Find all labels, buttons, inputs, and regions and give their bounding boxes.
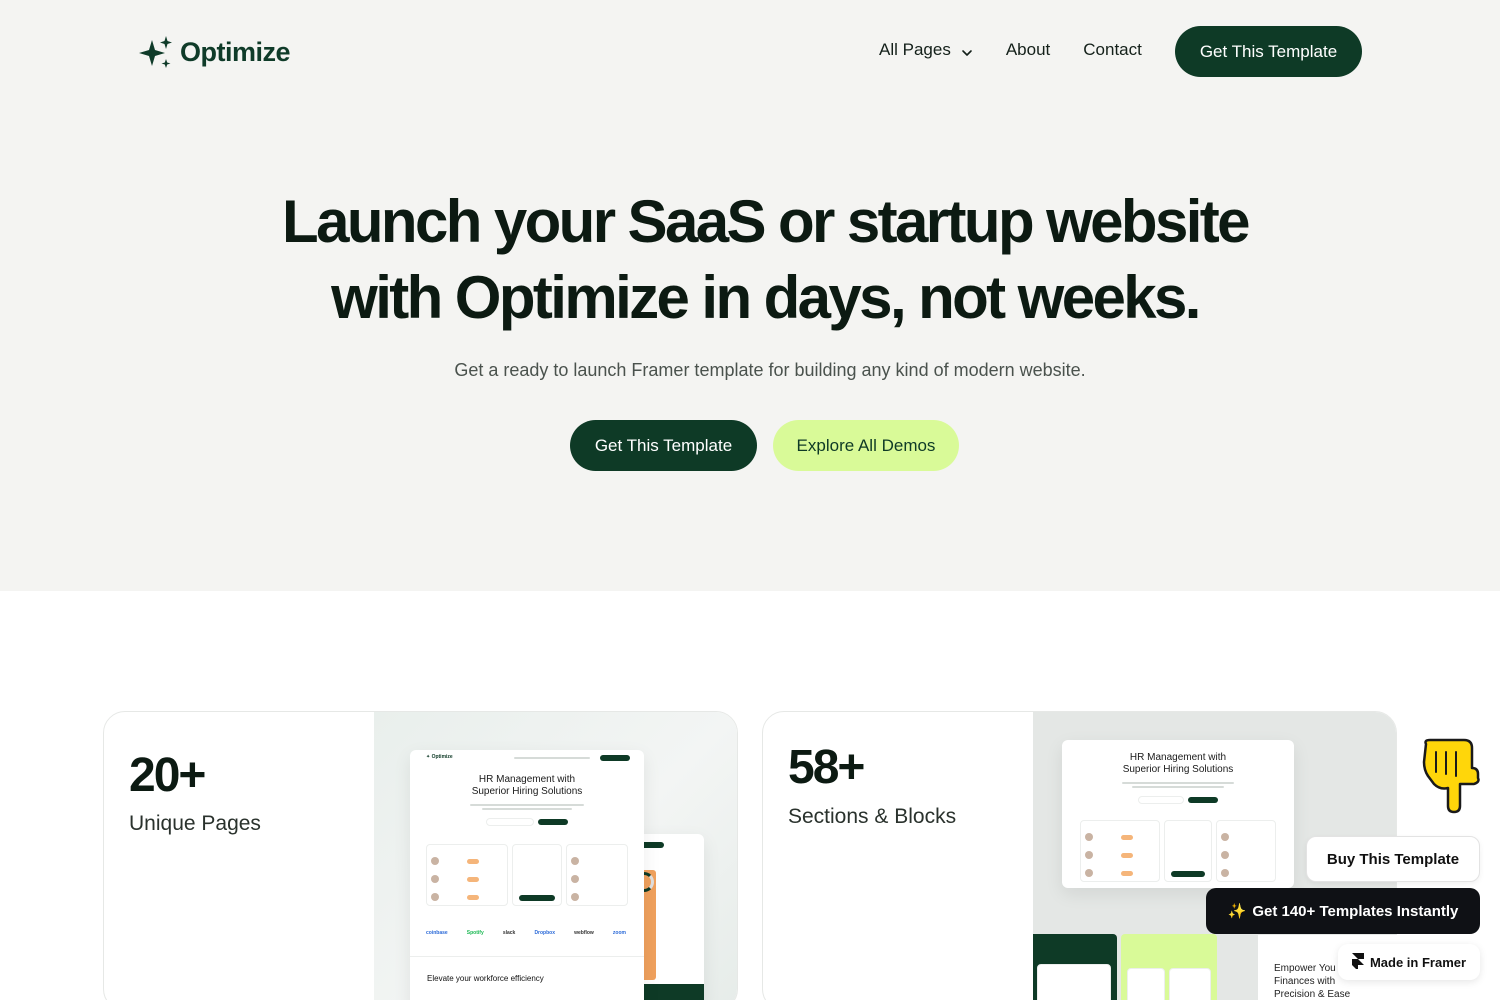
made-in-framer-label: Made in Framer bbox=[1369, 954, 1467, 970]
hero-title-line-2: with Optimize in days, not weeks. bbox=[331, 264, 1201, 331]
hero-title-line-1: Launch your SaaS or startup website bbox=[282, 188, 1251, 255]
nav-link-contact[interactable]: Contact bbox=[1083, 40, 1142, 60]
divider bbox=[410, 956, 644, 957]
logo-text: Optimize bbox=[180, 36, 291, 67]
mini-cta bbox=[1188, 797, 1218, 803]
mini-candidate-card bbox=[1080, 820, 1160, 882]
nav-link-label: Contact bbox=[1083, 40, 1142, 59]
get-templates-label: Get 140+ Templates Instantly bbox=[1252, 902, 1459, 920]
hero-title: Launch your SaaS or startup website with… bbox=[250, 184, 1280, 336]
stat-label: Unique Pages bbox=[129, 812, 261, 835]
hero-get-template-button[interactable]: Get This Template bbox=[570, 420, 757, 471]
mockup-title: HR Management with Superior Hiring Solut… bbox=[410, 774, 644, 798]
sparkles-emoji-icon: ✨ bbox=[1227, 903, 1247, 920]
nav-link-label: All Pages bbox=[879, 40, 951, 59]
logo[interactable]: Optimize bbox=[138, 34, 291, 70]
empower-line-2: Finances with bbox=[1274, 976, 1336, 987]
mockup-section-title: Elevate your workforce efficiency bbox=[427, 974, 544, 983]
mini-logo-strip: coinbase Spotify slack Dropbox webflow z… bbox=[426, 930, 626, 936]
mini-attendance-card bbox=[566, 844, 628, 906]
mockup-title-line-2: Superior Hiring Solutions bbox=[471, 786, 583, 797]
nav-get-template-button[interactable]: Get This Template bbox=[1175, 26, 1362, 77]
logo-webflow: webflow bbox=[574, 930, 594, 936]
stat-number: 58+ bbox=[788, 741, 865, 794]
mockup-title-line-1: HR Management with bbox=[1129, 752, 1227, 763]
logo-dropbox: Dropbox bbox=[534, 930, 555, 936]
empower-line-1: Empower You bbox=[1274, 963, 1336, 974]
mini-payroll-card bbox=[1164, 820, 1212, 882]
hero-subtitle: Get a ready to launch Framer template fo… bbox=[454, 360, 1086, 380]
stat-number: 20+ bbox=[129, 749, 206, 802]
mockup-title-line-2: Superior Hiring Solutions bbox=[1122, 764, 1234, 775]
sparkle-logo-icon bbox=[138, 34, 174, 70]
preview-lime-tile bbox=[1121, 934, 1217, 1000]
mini-text bbox=[482, 808, 572, 810]
mini-input bbox=[486, 818, 534, 826]
top-navigation: Optimize All Pages About Contact Get Thi… bbox=[0, 0, 1500, 104]
stat-label: Sections & Blocks bbox=[788, 805, 957, 828]
chevron-down-icon bbox=[961, 44, 973, 56]
mockup-title: HR Management with Superior Hiring Solut… bbox=[1062, 752, 1294, 776]
logo-zoom: zoom bbox=[612, 930, 626, 936]
mini-cta bbox=[600, 755, 630, 761]
mini-input bbox=[1138, 796, 1184, 804]
mini-text bbox=[1122, 782, 1234, 784]
empower-line-3: Precision & Ease bbox=[1274, 989, 1351, 1000]
template-preview: ✦ Optimize HR Management with Superior H… bbox=[374, 712, 737, 1000]
nav-link-label: About bbox=[1005, 40, 1051, 59]
mini-attendance-card bbox=[1216, 820, 1276, 882]
nav-links: All Pages About Contact bbox=[879, 40, 1175, 60]
get-templates-button[interactable]: ✨ Get 140+ Templates Instantly bbox=[1206, 888, 1480, 934]
preview-mockup-top: HR Management with Superior Hiring Solut… bbox=[1062, 740, 1294, 888]
logo-slack: slack bbox=[502, 930, 516, 936]
logo-coinbase: coinbase bbox=[426, 930, 448, 936]
mini-payroll-card bbox=[512, 844, 562, 906]
mockup-title-line-1: HR Management with bbox=[478, 774, 576, 785]
pointing-hand-icon bbox=[1420, 738, 1482, 814]
nav-link-about[interactable]: About bbox=[1006, 40, 1050, 60]
buy-template-button[interactable]: Buy This Template bbox=[1306, 836, 1480, 882]
logo-spotify: Spotify bbox=[466, 930, 484, 936]
mini-nav bbox=[514, 757, 590, 759]
stat-card-pages: 20+ Unique Pages ✦ Optimize HR Managemen… bbox=[103, 711, 738, 1000]
mini-cta bbox=[538, 819, 568, 825]
mini-logo: ✦ Optimize bbox=[426, 754, 453, 760]
framer-icon bbox=[1351, 952, 1364, 972]
mini-text bbox=[1132, 786, 1224, 788]
made-in-framer-badge[interactable]: Made in Framer bbox=[1338, 944, 1480, 980]
preview-dark-tile bbox=[1033, 934, 1117, 1000]
nav-link-all-pages[interactable]: All Pages bbox=[879, 40, 973, 60]
mini-text bbox=[470, 804, 584, 806]
preview-mockup-front: ✦ Optimize HR Management with Superior H… bbox=[410, 750, 644, 1000]
explore-demos-button[interactable]: Explore All Demos bbox=[773, 420, 959, 471]
mini-candidate-card bbox=[426, 844, 508, 906]
